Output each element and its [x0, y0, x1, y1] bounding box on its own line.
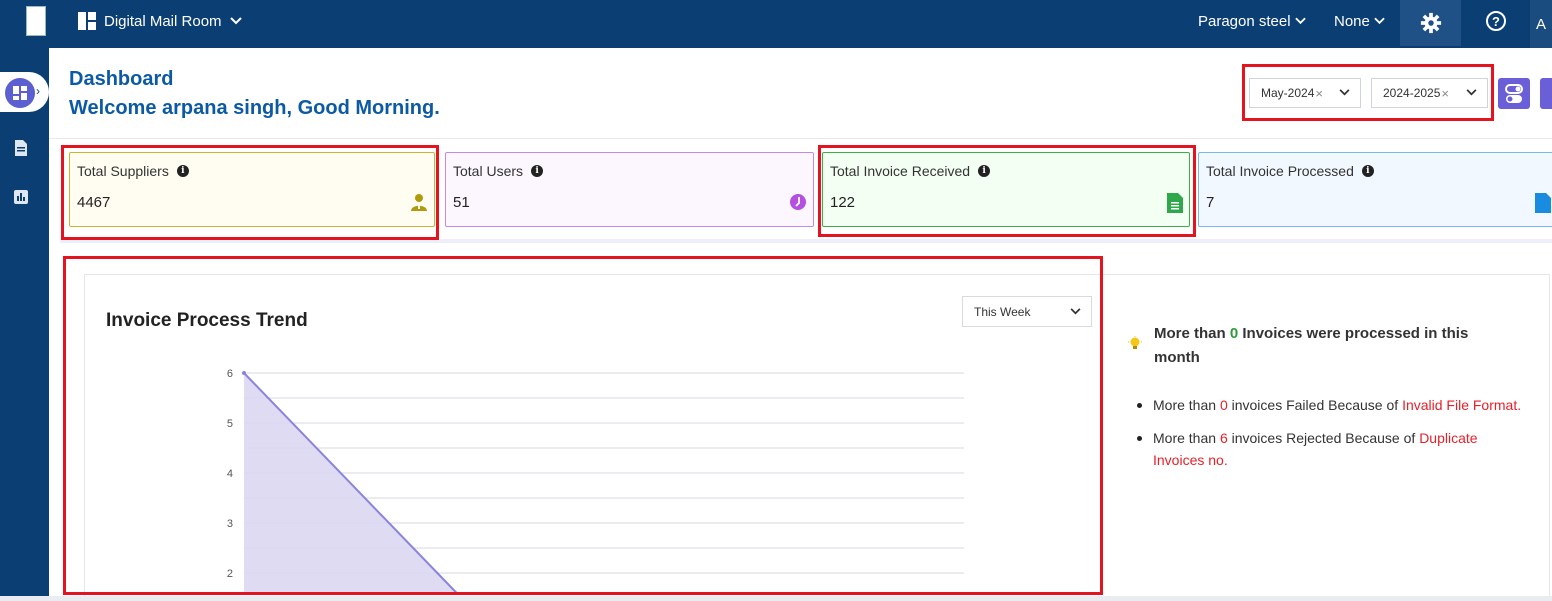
failed-reason: Invalid File Format.: [1402, 397, 1522, 413]
insight-list: More than 0 invoices Failed Because of I…: [1133, 394, 1523, 482]
list-item: More than 6 invoices Rejected Because of…: [1133, 427, 1523, 471]
headline-prefix: More than: [1154, 325, 1226, 342]
lightbulb-icon: [1128, 336, 1142, 349]
list-item: More than 0 invoices Failed Because of I…: [1133, 394, 1523, 416]
bottom-strip: [0, 596, 1552, 601]
highlight-chart: [63, 256, 1103, 595]
failed-count: 0: [1219, 397, 1228, 413]
insight-headline: More than 0 Invoices were processed in t…: [1128, 322, 1508, 370]
rejected-count: 6: [1219, 430, 1228, 446]
headline-count: 0: [1229, 325, 1239, 342]
